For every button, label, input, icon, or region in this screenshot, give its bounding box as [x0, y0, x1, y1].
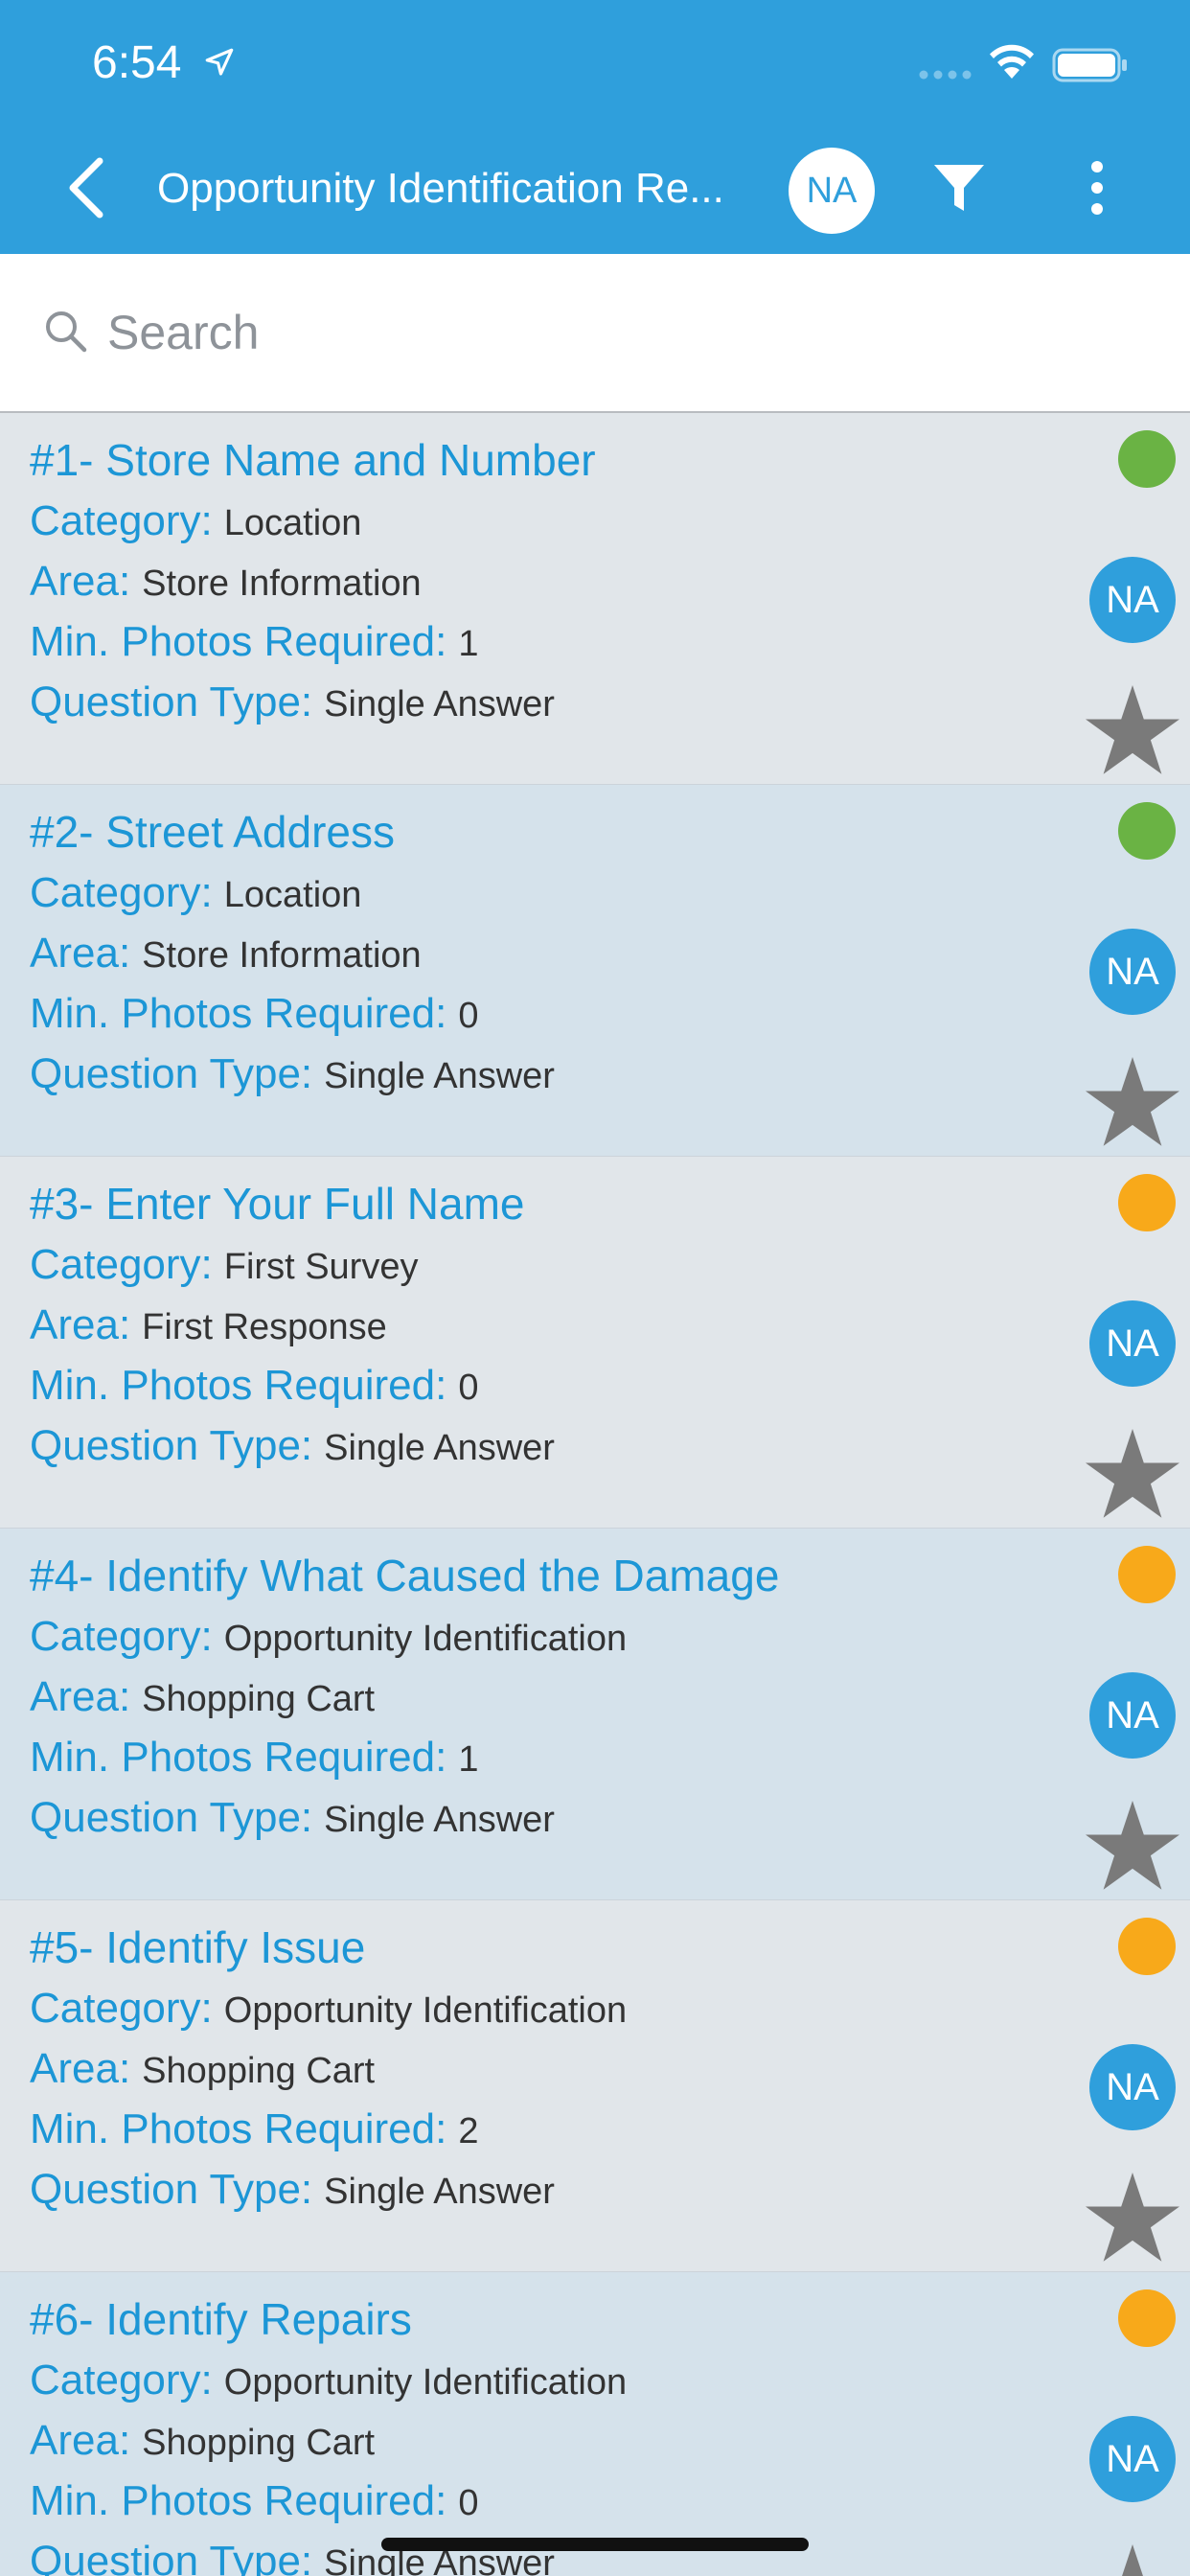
list-item[interactable]: #3- Enter Your Full Name Category: First …	[0, 1157, 1190, 1529]
area-field: Area: Shopping Cart	[30, 2417, 376, 2464]
back-button[interactable]	[57, 153, 115, 222]
search-bar	[0, 254, 1190, 413]
category-field: Category: Opportunity Identification	[30, 2357, 628, 2404]
question-title: #2- Street Address	[30, 807, 395, 857]
category-field: Category: First Survey	[30, 1241, 419, 1288]
user-avatar-button[interactable]: NA	[789, 148, 875, 234]
location-arrow-icon	[205, 48, 234, 76]
star-icon[interactable]	[1085, 2171, 1180, 2263]
status-time: 6:54	[92, 37, 182, 88]
na-badge[interactable]: NA	[1089, 1300, 1176, 1387]
area-field: Area: Store Information	[30, 930, 422, 977]
category-field: Category: Opportunity Identification	[30, 1985, 628, 2032]
battery-icon	[1052, 48, 1127, 82]
na-badge[interactable]: NA	[1089, 2044, 1176, 2130]
star-icon[interactable]	[1085, 683, 1180, 775]
question-title: #4- Identify What Caused the Damage	[30, 1551, 780, 1600]
list-item[interactable]: #5- Identify Issue Category: Opportunity …	[0, 1900, 1190, 2272]
list-item[interactable]: #2- Street Address Category: Location Are…	[0, 785, 1190, 1157]
question-type-field: Question Type: Single Answer	[30, 678, 555, 725]
question-title: #1- Store Name and Number	[30, 435, 596, 485]
status-dot-green	[1118, 802, 1176, 860]
status-dot-orange	[1118, 2289, 1176, 2347]
search-input[interactable]	[107, 302, 970, 363]
question-type-field: Question Type: Single Answer	[30, 1422, 555, 1469]
search-icon	[46, 311, 87, 353]
question-type-field: Question Type: Single Answer	[30, 2166, 555, 2213]
status-dot-orange	[1118, 1546, 1176, 1603]
status-dot-orange	[1118, 1918, 1176, 1975]
app-header: 6:54 Opportunity Identification Re... NA	[0, 0, 1190, 254]
category-field: Category: Location	[30, 497, 362, 544]
min-photos-field: Min. Photos Required: 1	[30, 1734, 479, 1781]
min-photos-field: Min. Photos Required: 0	[30, 2477, 479, 2524]
list-item[interactable]: #6- Identify Repairs Category: Opportunit…	[0, 2272, 1190, 2576]
star-icon[interactable]	[1085, 1799, 1180, 1891]
question-list: #1- Store Name and Number Category: Locat…	[0, 413, 1190, 2576]
min-photos-field: Min. Photos Required: 0	[30, 990, 479, 1037]
list-item[interactable]: #1- Store Name and Number Category: Locat…	[0, 413, 1190, 785]
area-field: Area: Shopping Cart	[30, 2045, 376, 2092]
wifi-icon	[990, 44, 1034, 79]
star-icon[interactable]	[1085, 1055, 1180, 1147]
more-options-icon[interactable]	[1083, 159, 1111, 217]
page-title: Opportunity Identification Re...	[157, 165, 724, 212]
area-field: Area: Store Information	[30, 558, 422, 605]
status-dot-green	[1118, 430, 1176, 488]
list-item[interactable]: #4- Identify What Caused the Damage Cate…	[0, 1529, 1190, 1900]
status-dot-orange	[1118, 1174, 1176, 1231]
min-photos-field: Min. Photos Required: 2	[30, 2105, 479, 2152]
na-badge[interactable]: NA	[1089, 557, 1176, 643]
star-icon[interactable]	[1085, 1427, 1180, 1519]
area-field: Area: First Response	[30, 1301, 387, 1348]
filter-icon[interactable]	[931, 161, 987, 217]
min-photos-field: Min. Photos Required: 0	[30, 1362, 479, 1409]
na-badge[interactable]: NA	[1089, 1672, 1176, 1759]
star-icon[interactable]	[1085, 2542, 1180, 2576]
category-field: Category: Opportunity Identification	[30, 1613, 628, 1660]
cellular-signal-icon	[919, 70, 972, 80]
na-badge[interactable]: NA	[1089, 929, 1176, 1015]
question-type-field: Question Type: Single Answer	[30, 1794, 555, 1841]
question-title: #5- Identify Issue	[30, 1922, 366, 1972]
question-title: #3- Enter Your Full Name	[30, 1179, 525, 1229]
na-badge[interactable]: NA	[1089, 2416, 1176, 2502]
min-photos-field: Min. Photos Required: 1	[30, 618, 479, 665]
question-type-field: Question Type: Single Answer	[30, 1050, 555, 1097]
category-field: Category: Location	[30, 869, 362, 916]
area-field: Area: Shopping Cart	[30, 1673, 376, 1720]
home-indicator[interactable]	[381, 2538, 809, 2551]
question-title: #6- Identify Repairs	[30, 2294, 412, 2344]
